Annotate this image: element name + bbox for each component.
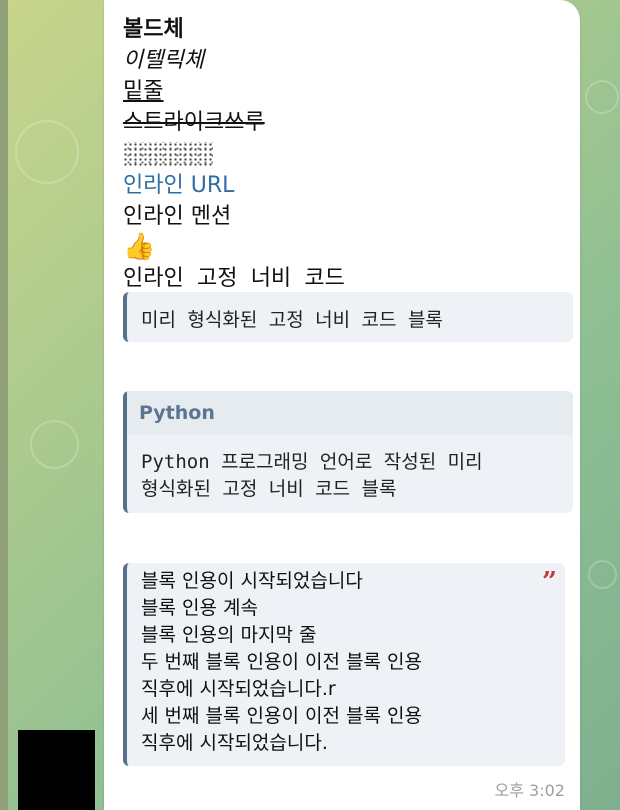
left-edge	[0, 0, 8, 810]
inline-url-link[interactable]: 인라인 URL	[123, 170, 566, 201]
avatar[interactable]	[18, 730, 95, 810]
blockquote-lines: 블록 인용이 시작되었습니다 블록 인용 계속 블록 인용의 마지막 줄 두 번…	[141, 568, 422, 757]
inline-mention[interactable]: 인라인 멘션	[123, 201, 566, 232]
blockquote-line: 블록 인용이 시작되었습니다	[141, 570, 363, 592]
message-bubble[interactable]: 볼드체 이텔릭체 밑줄 스트라이크쓰루 인라인 URL 인라인 멘션 👍 인라인…	[104, 0, 580, 810]
python-code-block[interactable]: Python Python 프로그래밍 언어로 작성된 미리 형식화된 고정 너…	[123, 391, 573, 513]
blockquote-line: 세 번째 블록 인용이 이전 블록 인용	[141, 705, 422, 727]
wallpaper-doodle	[30, 420, 79, 469]
code-block-text: Python 프로그래밍 언어로 작성된 미리 형식화된 고정 너비 코드 블록	[141, 449, 483, 503]
blockquote-line: 직후에 시작되었습니다.r	[141, 678, 336, 700]
strikethrough-text: 스트라이크쓰루	[123, 110, 265, 135]
inline-code[interactable]: 인라인 고정 너비 코드	[123, 263, 566, 294]
message-content: 볼드체 이텔릭체 밑줄 스트라이크쓰루 인라인 URL 인라인 멘션 👍 인라인…	[123, 14, 566, 294]
bold-text: 볼드체	[123, 17, 184, 42]
blockquote[interactable]: 블록 인용이 시작되었습니다 블록 인용 계속 블록 인용의 마지막 줄 두 번…	[123, 563, 565, 766]
underline-line: 밑줄	[123, 76, 566, 107]
blockquote-line: 블록 인용의 마지막 줄	[141, 624, 317, 646]
code-language-label: Python	[127, 391, 573, 435]
blockquote-line: 직후에 시작되었습니다.	[141, 732, 328, 754]
blockquote-line: 블록 인용 계속	[141, 597, 258, 619]
pre-code-block[interactable]: 미리 형식화된 고정 너비 코드 블록	[123, 292, 573, 342]
code-line: Python 프로그래밍 언어로 작성된 미리	[141, 451, 483, 473]
code-line: 형식화된 고정 너비 코드 블록	[141, 478, 397, 500]
pre-code-text: 미리 형식화된 고정 너비 코드 블록	[141, 309, 443, 331]
wallpaper-doodle	[15, 120, 79, 184]
spoiler-text[interactable]	[123, 142, 213, 166]
italic-text: 이텔릭체	[123, 48, 204, 73]
wallpaper-doodle	[585, 80, 619, 114]
blockquote-line: 두 번째 블록 인용이 이전 블록 인용	[141, 651, 422, 673]
thumbs-up-emoji: 👍	[123, 232, 156, 262]
message-time: 오후 3:02	[494, 781, 565, 800]
strike-line: 스트라이크쓰루	[123, 107, 566, 138]
quote-icon: ”	[542, 567, 557, 597]
underline-text: 밑줄	[123, 79, 164, 104]
wallpaper-doodle	[588, 560, 617, 589]
